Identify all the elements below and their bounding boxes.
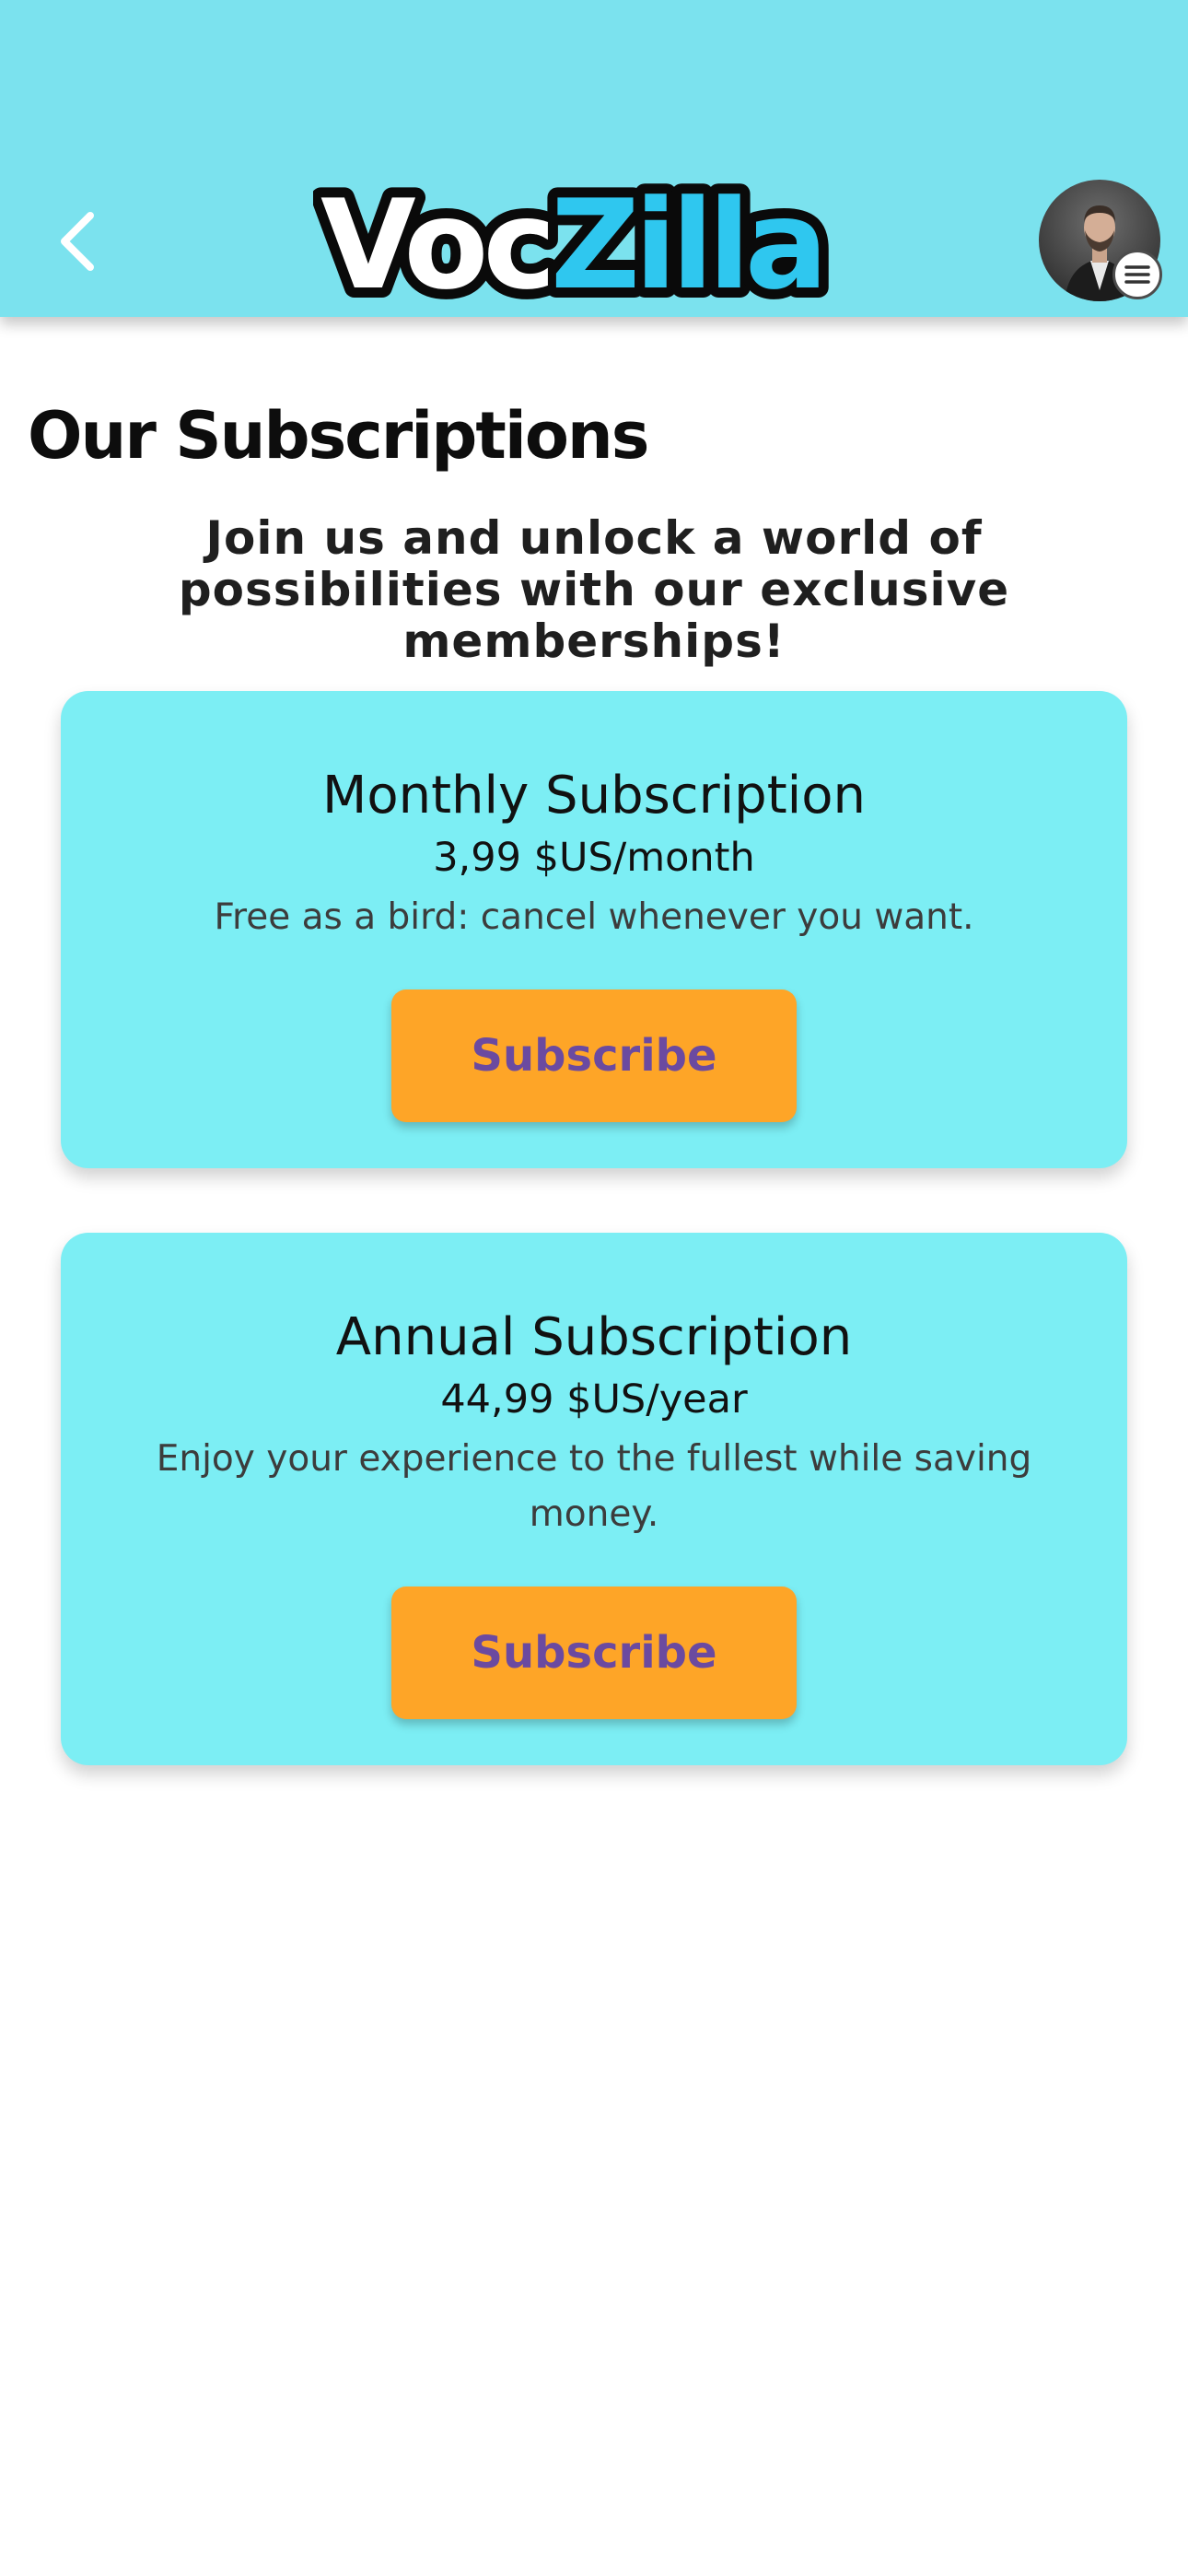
logo-fill-zilla: Zilla	[551, 175, 822, 313]
plan-title: Monthly Subscription	[322, 766, 866, 825]
voczilla-logo: VocZilla VocZilla	[310, 163, 875, 327]
plan-description: Enjoy your experience to the fullest whi…	[156, 1438, 1032, 1535]
profile-menu-button[interactable]	[1039, 180, 1162, 301]
subscribe-monthly-button[interactable]: Subscribe	[391, 989, 797, 1122]
page-subtitle: Join us and unlock a world of possibilit…	[178, 511, 1010, 668]
plan-title: Annual Subscription	[335, 1307, 853, 1367]
page-title: Our Subscriptions	[28, 398, 649, 474]
plan-card-monthly: Monthly Subscription 3,99 $US/month Free…	[61, 691, 1127, 1168]
plan-price: 3,99 $US/month	[433, 835, 755, 881]
hamburger-menu-icon[interactable]	[1112, 250, 1162, 299]
subscribe-annual-button[interactable]: Subscribe	[391, 1587, 797, 1719]
plan-description: Free as a bird: cancel whenever you want…	[214, 896, 974, 938]
app-header: VocZilla VocZilla	[0, 0, 1188, 327]
svg-text:VocZilla: VocZilla	[320, 175, 822, 313]
plan-card-annual: Annual Subscription 44,99 $US/year Enjoy…	[61, 1233, 1127, 1765]
plan-price: 44,99 $US/year	[440, 1376, 748, 1423]
back-button[interactable]	[44, 193, 111, 286]
chevron-left-icon	[61, 212, 94, 271]
logo-fill-voc: Voc	[320, 175, 551, 313]
